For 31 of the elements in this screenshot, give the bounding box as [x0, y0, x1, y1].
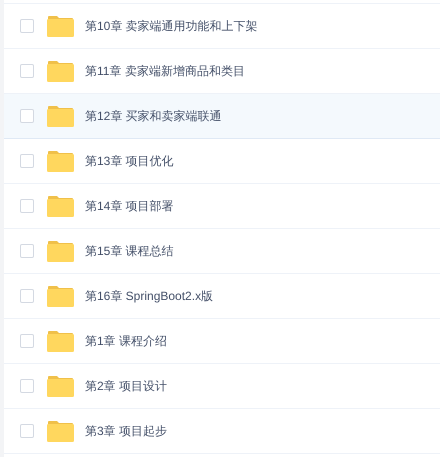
checkbox[interactable]	[20, 64, 34, 78]
folder-icon	[47, 150, 74, 172]
file-name[interactable]: 第2章 项目设计	[85, 377, 168, 395]
checkbox[interactable]	[20, 289, 34, 303]
folder-icon	[47, 285, 74, 307]
checkbox[interactable]	[20, 109, 34, 123]
folder-icon	[47, 60, 74, 82]
checkbox[interactable]	[20, 379, 34, 393]
checkbox[interactable]	[20, 334, 34, 348]
checkbox[interactable]	[20, 244, 34, 258]
folder-icon	[47, 195, 74, 217]
file-name[interactable]: 第3章 项目起步	[85, 422, 168, 440]
file-row[interactable]: 第12章 买家和卖家端联通	[4, 94, 440, 139]
checkbox[interactable]	[20, 154, 34, 168]
file-name[interactable]: 第16章 SpringBoot2.x版	[85, 287, 214, 305]
file-name[interactable]: 第10章 卖家端通用功能和上下架	[85, 17, 258, 35]
folder-icon	[47, 375, 74, 397]
checkbox[interactable]	[20, 424, 34, 438]
file-name[interactable]: 第12章 买家和卖家端联通	[85, 107, 222, 125]
checkbox[interactable]	[20, 19, 34, 33]
file-name[interactable]: 第11章 卖家端新增商品和类目	[85, 62, 245, 80]
file-name[interactable]: 第15章 课程总结	[85, 242, 174, 260]
folder-icon	[47, 15, 74, 37]
file-name[interactable]: 第1章 课程介绍	[85, 332, 168, 350]
checkbox[interactable]	[20, 199, 34, 213]
file-name[interactable]: 第13章 项目优化	[85, 152, 174, 170]
folder-icon	[47, 105, 74, 127]
folder-icon	[47, 330, 74, 352]
folder-icon	[47, 240, 74, 262]
folder-icon	[47, 420, 74, 442]
file-name[interactable]: 第14章 项目部署	[85, 197, 174, 215]
